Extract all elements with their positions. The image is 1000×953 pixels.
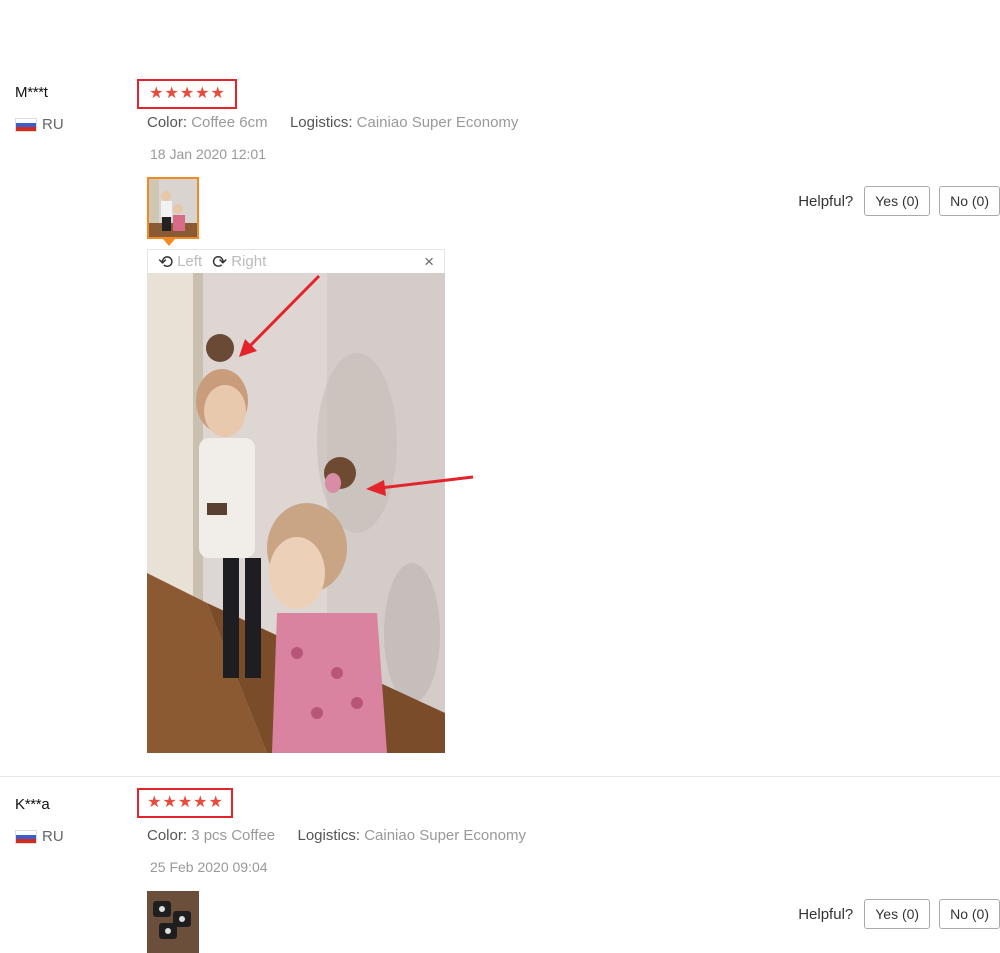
star-icon: ★ <box>147 794 162 811</box>
star-icon: ★ <box>179 85 195 102</box>
star-icon: ★ <box>208 794 223 811</box>
rotate-right-label: Right <box>231 253 267 270</box>
rotate-left-icon: ⟲ <box>158 251 174 272</box>
thumbnail-pointer <box>163 239 175 246</box>
country-code: RU <box>42 116 64 133</box>
review-item: K***a RU ★ ★ ★ ★ ★ Color: 3 pcs Coffee L… <box>0 776 1000 953</box>
helpful-label: Helpful? <box>798 192 854 210</box>
logistics-value: Cainiao Super Economy <box>364 827 526 844</box>
star-icon: ★ <box>162 794 177 811</box>
rotate-right-icon: ⟳ <box>212 251 228 272</box>
star-icon: ★ <box>177 794 193 811</box>
russia-flag-icon <box>15 117 37 132</box>
review-photo-large <box>147 273 445 753</box>
review-date: 25 Feb 2020 09:04 <box>150 859 268 875</box>
helpful-yes-button[interactable]: Yes (0) <box>864 899 931 929</box>
rotate-left-label: Left <box>177 253 203 270</box>
color-key: Color: <box>147 827 188 844</box>
photo-viewer-toolbar: ⟲ Left ⟳ Right × <box>147 249 445 273</box>
star-icon: ★ <box>193 794 208 811</box>
logistics-key: Logistics: <box>297 827 361 844</box>
reviewer-country: RU <box>15 116 64 133</box>
review-photo-thumbnail[interactable] <box>147 891 199 953</box>
review-date: 18 Jan 2020 12:01 <box>150 146 266 162</box>
helpful-voting: Helpful? Yes (0) No (0) <box>798 899 1000 929</box>
country-code: RU <box>42 828 64 845</box>
color-value: Coffee 6cm <box>191 114 268 131</box>
logistics-key: Logistics: <box>289 114 353 131</box>
review-attributes: Color: 3 pcs Coffee Logistics: Cainiao S… <box>147 827 526 844</box>
photo-thumbnail-image <box>149 179 197 237</box>
star-rating: ★ ★ ★ ★ ★ <box>137 788 233 818</box>
reviewer-name: M***t <box>15 84 48 101</box>
reviewer-name: K***a <box>15 796 50 813</box>
photo-viewer: ⟲ Left ⟳ Right × <box>147 249 445 753</box>
star-icon: ★ <box>164 85 179 102</box>
review-photo-thumbnail[interactable] <box>147 177 199 239</box>
russia-flag-icon <box>15 829 37 844</box>
helpful-voting: Helpful? Yes (0) No (0) <box>798 186 1000 216</box>
rotate-left-button[interactable]: ⟲ Left <box>158 253 202 271</box>
review-attributes: Color: Coffee 6cm Logistics: Cainiao Sup… <box>147 114 518 131</box>
star-icon: ★ <box>210 85 225 102</box>
star-icon: ★ <box>149 85 164 102</box>
logistics-value: Cainiao Super Economy <box>356 114 519 131</box>
reviewer-country: RU <box>15 828 64 845</box>
color-key: Color: <box>147 114 188 131</box>
star-icon: ★ <box>195 85 210 102</box>
close-icon[interactable]: × <box>424 252 434 272</box>
color-value: 3 pcs Coffee <box>191 827 276 844</box>
rotate-right-button[interactable]: ⟳ Right <box>212 253 266 271</box>
annotation-arrow <box>366 475 474 496</box>
review-item: M***t RU ★ ★ ★ ★ ★ Color: Coffee 6cm Log… <box>0 0 1000 776</box>
helpful-label: Helpful? <box>798 905 854 923</box>
photo-thumbnail-image <box>147 891 199 953</box>
helpful-yes-button[interactable]: Yes (0) <box>864 186 931 216</box>
helpful-no-button[interactable]: No (0) <box>939 186 1000 216</box>
helpful-no-button[interactable]: No (0) <box>939 899 1000 929</box>
star-rating: ★ ★ ★ ★ ★ <box>137 79 237 109</box>
